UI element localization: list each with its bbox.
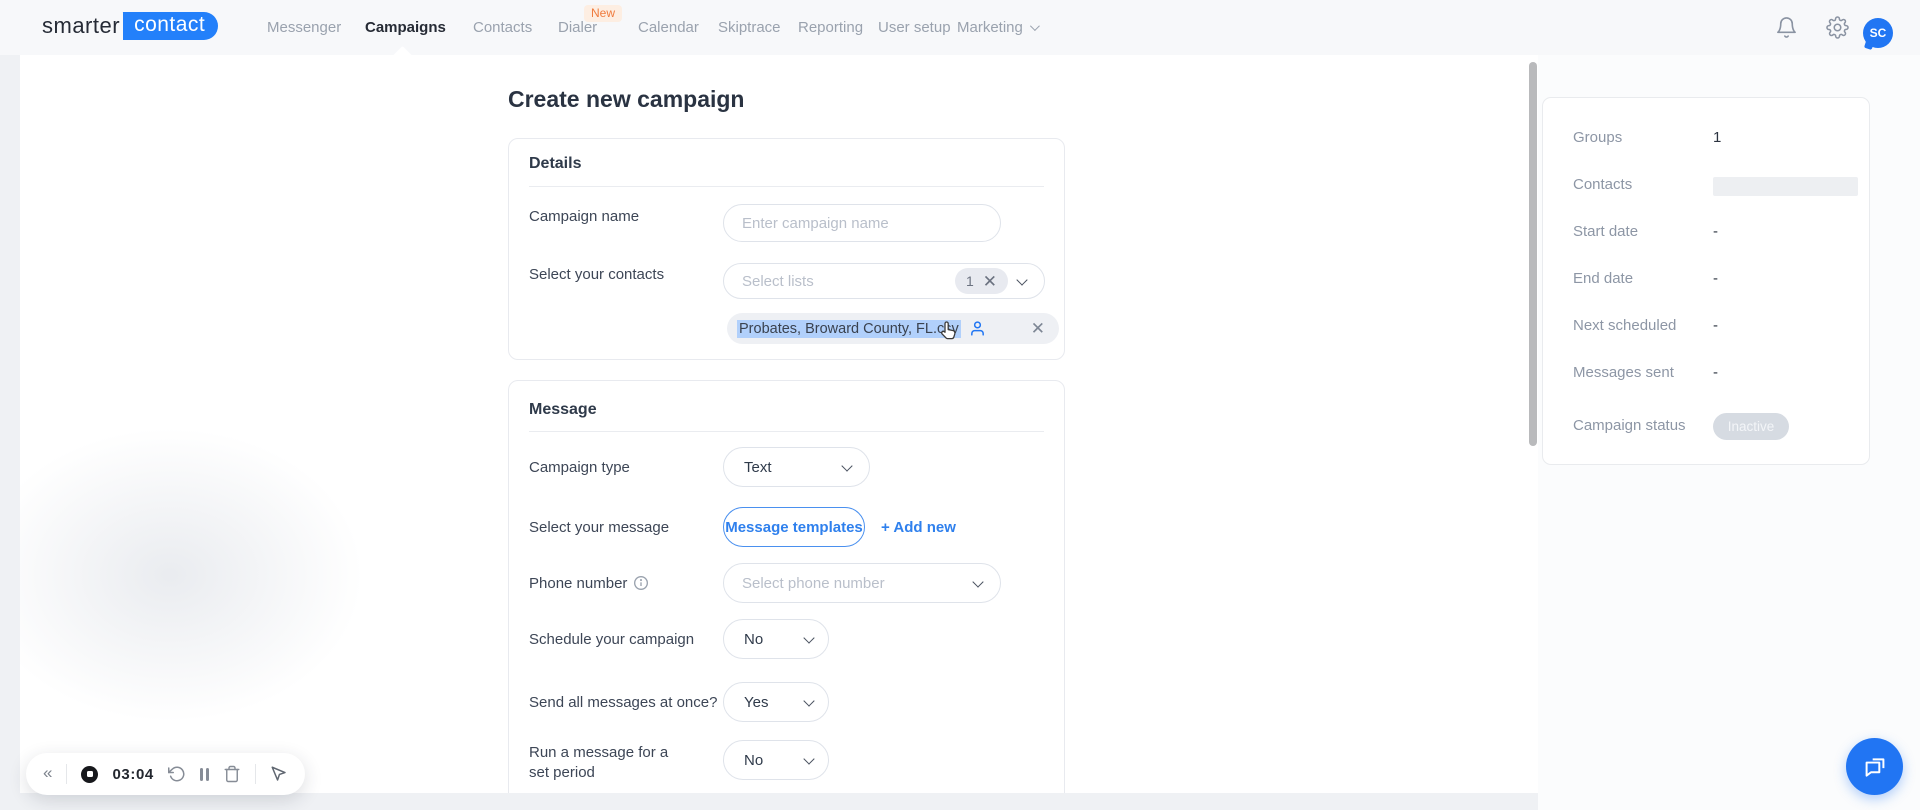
phone-number-dropdown[interactable]: Select phone number <box>723 563 1001 603</box>
run-period-dropdown[interactable]: No <box>723 740 829 780</box>
campaign-type-dropdown[interactable]: Text <box>723 447 870 487</box>
send-all-label: Send all messages at once? <box>529 694 718 711</box>
select-contacts-label: Select your contacts <box>529 266 665 283</box>
phone-number-label-text: Phone number <box>529 575 628 592</box>
campaign-name-input[interactable] <box>724 214 1000 232</box>
campaign-name-input-wrap <box>723 204 1001 242</box>
summary-label-messages-sent: Messages sent <box>1573 364 1674 381</box>
info-icon[interactable] <box>633 575 649 591</box>
nav-item-skiptrace[interactable]: Skiptrace <box>718 0 781 55</box>
summary-value-end-date: - <box>1713 270 1718 287</box>
nav-item-user-setup[interactable]: User setup <box>878 0 951 55</box>
message-card: Message Campaign type Text Select your m… <box>508 380 1065 793</box>
summary-label-contacts: Contacts <box>1573 176 1633 193</box>
remove-list-icon[interactable]: ✕ <box>1031 319 1045 339</box>
chevron-down-icon <box>1029 21 1040 32</box>
stop-record-button[interactable] <box>81 765 99 783</box>
selected-count-chip[interactable]: 1 ✕ <box>954 268 1008 294</box>
message-divider <box>529 431 1044 432</box>
selected-list-item[interactable]: Probates, Broward County, FL.csv ✕ <box>727 313 1059 344</box>
campaign-summary-card: Groups 1 Contacts Start date - End date … <box>1542 97 1870 465</box>
chevron-down-icon <box>841 459 853 472</box>
add-new-link[interactable]: + Add new <box>881 507 956 547</box>
main-content-panel: Create new campaign Details Campaign nam… <box>20 55 1528 793</box>
campaign-status-badge: Inactive <box>1713 413 1789 440</box>
message-card-title: Message <box>529 401 597 418</box>
app-root: Create new campaign Details Campaign nam… <box>0 0 1920 810</box>
summary-label-groups: Groups <box>1573 129 1623 146</box>
top-navigation: smarter contact Messenger Campaigns Cont… <box>0 0 1920 68</box>
select-lists-placeholder: Select lists <box>742 272 814 290</box>
send-all-dropdown[interactable]: Yes <box>723 682 829 722</box>
collapse-chevrons-icon[interactable]: « <box>43 763 52 783</box>
send-all-value: Yes <box>744 693 769 711</box>
run-period-value: No <box>744 751 764 769</box>
contacts-person-icon <box>969 320 986 337</box>
nav-item-contacts[interactable]: Contacts <box>473 0 532 55</box>
background-shadow-blob <box>20 415 380 735</box>
chevron-down-icon <box>1016 273 1028 286</box>
nav-item-messenger[interactable]: Messenger <box>267 0 341 55</box>
schedule-value: No <box>744 630 764 648</box>
campaign-type-label: Campaign type <box>529 459 630 476</box>
nav-item-calendar[interactable]: Calendar <box>638 0 699 55</box>
select-lists-dropdown[interactable]: Select lists 1 ✕ <box>723 263 1045 299</box>
restart-recording-icon[interactable] <box>167 765 186 783</box>
page-title: Create new campaign <box>508 86 745 112</box>
brand-logo[interactable]: smarter contact <box>42 12 219 40</box>
summary-label-next-scheduled: Next scheduled <box>1573 317 1677 334</box>
notifications-bell-icon[interactable] <box>1775 16 1798 39</box>
settings-gear-icon[interactable] <box>1826 16 1849 39</box>
summary-label-start-date: Start date <box>1573 223 1639 240</box>
selected-list-name: Probates, Broward County, FL.csv <box>737 319 961 338</box>
details-divider <box>529 186 1044 187</box>
phone-number-placeholder: Select phone number <box>742 574 885 592</box>
summary-value-next-scheduled: - <box>1713 317 1718 334</box>
scrollbar-track[interactable] <box>1528 55 1538 793</box>
chevron-down-icon <box>803 752 815 765</box>
contacts-loading-skeleton <box>1713 177 1858 196</box>
scrollbar-thumb[interactable] <box>1529 62 1537 446</box>
run-period-label: Run a message for a set period <box>529 744 669 781</box>
summary-label-campaign-status: Campaign status <box>1573 417 1686 434</box>
pause-recording-icon[interactable] <box>199 767 210 781</box>
divider <box>66 764 68 784</box>
screen-recorder-toolbar: « 03:04 <box>26 753 306 795</box>
details-card-title: Details <box>529 155 582 172</box>
summary-value-start-date: - <box>1713 223 1718 240</box>
brand-word-smarter: smarter <box>42 13 121 38</box>
nav-item-marketing-label: Marketing <box>957 19 1023 36</box>
nav-item-reporting[interactable]: Reporting <box>798 0 863 55</box>
divider <box>255 764 257 784</box>
details-card: Details Campaign name Select your contac… <box>508 138 1065 360</box>
campaign-name-label: Campaign name <box>529 208 640 225</box>
new-badge: New <box>584 5 623 22</box>
recording-timer: 03:04 <box>112 765 154 783</box>
summary-value-messages-sent: - <box>1713 364 1718 381</box>
user-avatar[interactable]: SC <box>1863 18 1893 48</box>
summary-label-end-date: End date <box>1573 270 1634 287</box>
nav-item-campaigns[interactable]: Campaigns <box>365 0 446 55</box>
live-chat-button[interactable] <box>1846 738 1903 795</box>
select-message-label: Select your message <box>529 519 670 536</box>
clear-selection-icon[interactable]: ✕ <box>983 273 997 290</box>
chevron-down-icon <box>972 575 984 588</box>
brand-word-contact: contact <box>123 12 219 40</box>
chevron-down-icon <box>803 694 815 707</box>
cursor-tool-icon[interactable] <box>270 765 288 783</box>
campaign-type-value: Text <box>744 458 772 476</box>
selected-count: 1 <box>965 273 974 289</box>
nav-item-marketing[interactable]: Marketing <box>957 0 1040 55</box>
delete-recording-icon[interactable] <box>223 765 241 783</box>
summary-value-groups: 1 <box>1713 129 1722 146</box>
phone-number-label: Phone number <box>529 574 649 594</box>
chevron-down-icon <box>803 631 815 644</box>
schedule-dropdown[interactable]: No <box>723 619 829 659</box>
message-templates-button[interactable]: Message templates <box>723 507 865 547</box>
schedule-label: Schedule your campaign <box>529 631 695 648</box>
